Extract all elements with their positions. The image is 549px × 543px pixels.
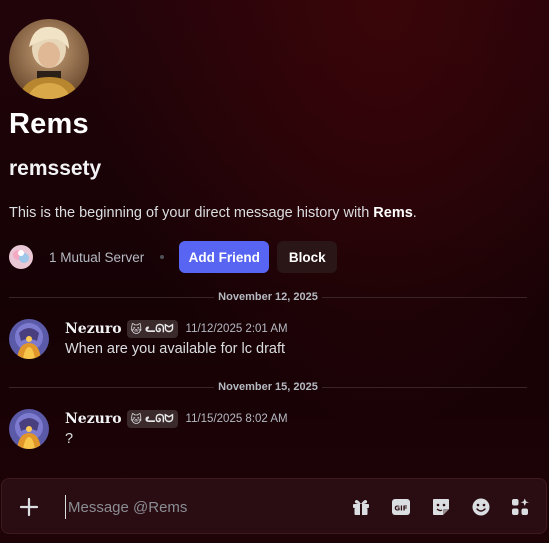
server-tag-label: ᓚᘏᗢ xyxy=(145,412,174,425)
message-header: Nezuro 🐱 ᓚᘏᗢ 11/15/2025 8:02 AM xyxy=(65,409,288,429)
profile-avatar[interactable] xyxy=(9,19,89,99)
divider-line xyxy=(9,296,215,298)
intro-suffix: . xyxy=(412,205,417,221)
svg-text:GIF: GIF xyxy=(394,505,407,513)
mutual-servers-link[interactable]: 1 Mutual Server xyxy=(49,250,144,265)
author-avatar[interactable] xyxy=(9,319,49,359)
dm-intro-text: This is the beginning of your direct mes… xyxy=(9,205,417,221)
profile-username: remssety xyxy=(9,157,102,180)
message-header: Nezuro 🐱 ᓚᘏᗢ 11/12/2025 2:01 AM xyxy=(65,319,288,339)
message-item[interactable]: Nezuro 🐱 ᓚᘏᗢ 11/15/2025 8:02 AM ? xyxy=(9,409,529,453)
message-author[interactable]: Nezuro xyxy=(65,321,122,337)
gif-icon[interactable]: GIF xyxy=(390,496,412,518)
plus-icon[interactable] xyxy=(17,495,41,519)
message-timestamp: 11/12/2025 2:01 AM xyxy=(185,323,288,335)
block-button[interactable]: Block xyxy=(277,241,338,273)
divider-line xyxy=(321,386,528,388)
message-text: When are you available for lc draft xyxy=(65,341,286,357)
message-input[interactable] xyxy=(65,495,325,519)
intro-name: Rems xyxy=(373,205,413,221)
profile-display-name: Rems xyxy=(9,108,89,140)
server-tag[interactable]: 🐱 ᓚᘏᗢ xyxy=(126,410,178,428)
cat-emoji-icon: 🐱 xyxy=(130,412,143,426)
date-divider: November 15, 2025 xyxy=(9,379,528,395)
emoji-icon[interactable] xyxy=(470,496,492,518)
server-tag-label: ᓚᘏᗢ xyxy=(145,322,174,335)
separator-dot xyxy=(160,255,165,259)
date-divider: November 12, 2025 xyxy=(9,289,528,305)
message-composer: GIF xyxy=(1,478,547,534)
divider-line xyxy=(321,296,528,298)
apps-icon[interactable] xyxy=(509,496,531,518)
message-author[interactable]: Nezuro xyxy=(65,411,122,427)
message-item[interactable]: Nezuro 🐱 ᓚᘏᗢ 11/12/2025 2:01 AM When are… xyxy=(9,319,529,363)
mutual-server-icon[interactable] xyxy=(9,245,33,269)
server-tag[interactable]: 🐱 ᓚᘏᗢ xyxy=(126,320,178,338)
gift-icon[interactable] xyxy=(350,496,372,518)
profile-actions: 1 Mutual Server Add Friend Block xyxy=(9,241,338,273)
sticker-icon[interactable] xyxy=(430,496,452,518)
dm-channel: Rems remssety This is the beginning of y… xyxy=(0,0,549,543)
date-divider-label: November 12, 2025 xyxy=(218,291,318,303)
message-text: ? xyxy=(65,431,74,447)
divider-line xyxy=(9,386,215,388)
message-timestamp: 11/15/2025 8:02 AM xyxy=(185,413,288,425)
intro-prefix: This is the beginning of your direct mes… xyxy=(9,205,374,221)
add-friend-button[interactable]: Add Friend xyxy=(179,241,270,273)
date-divider-label: November 15, 2025 xyxy=(218,381,318,393)
author-avatar[interactable] xyxy=(9,409,49,449)
cat-emoji-icon: 🐱 xyxy=(130,322,143,336)
